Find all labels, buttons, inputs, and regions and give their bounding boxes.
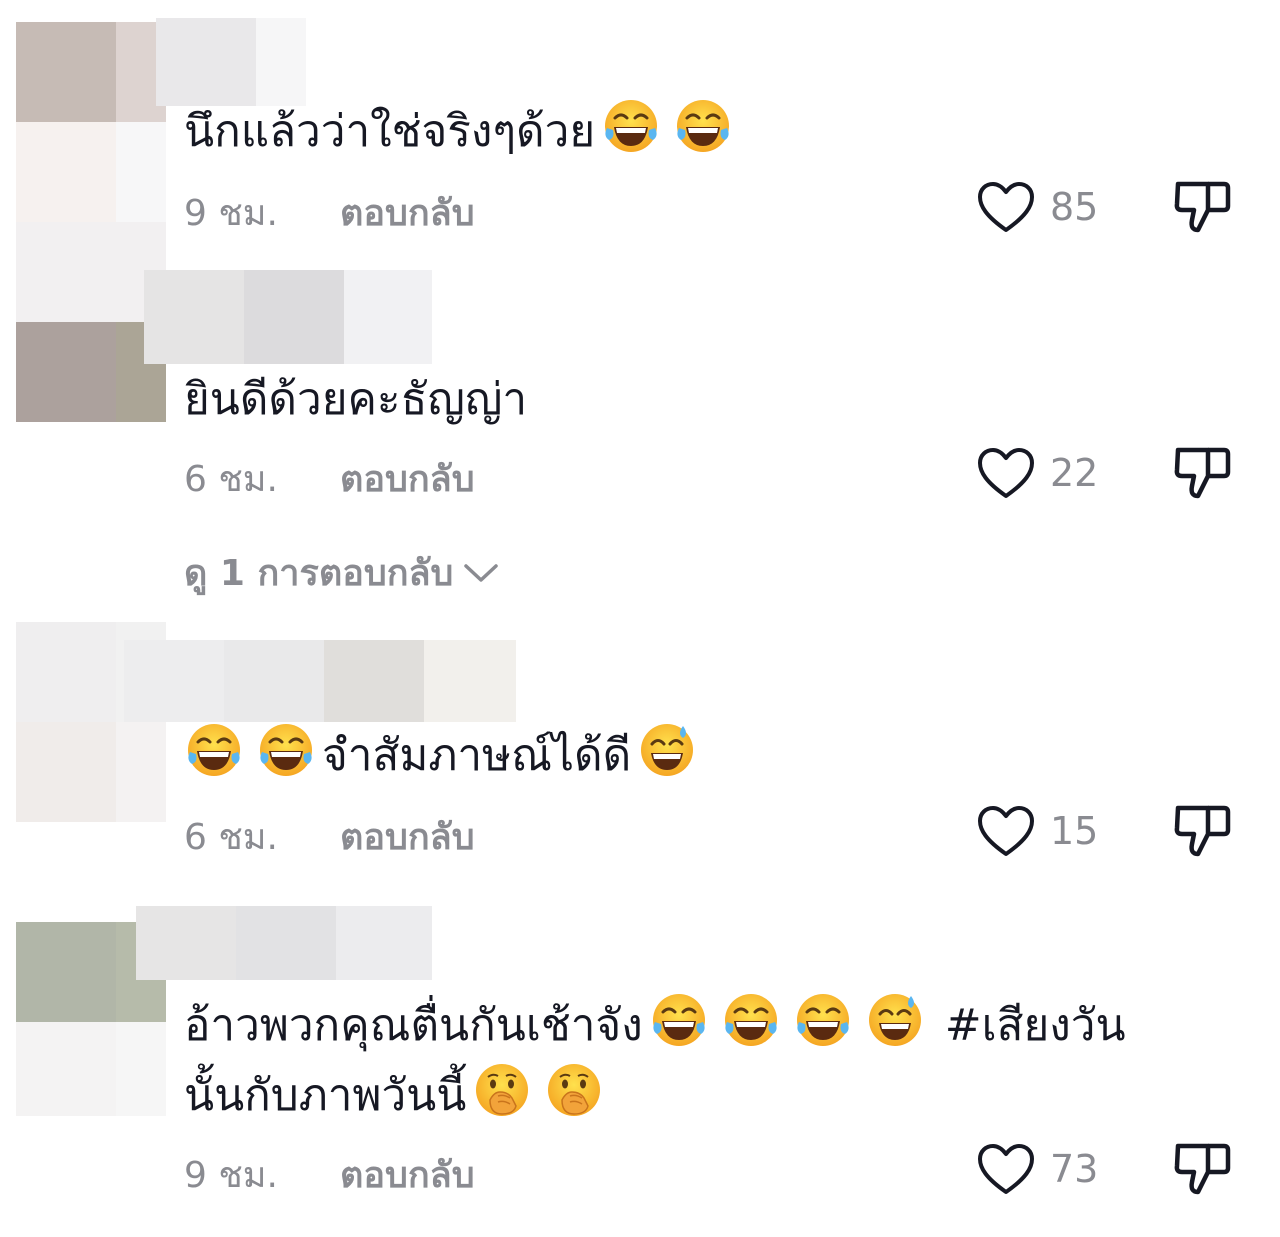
username[interactable] — [144, 270, 432, 364]
comment-time: 6 ชม. — [184, 817, 278, 858]
laugh-tears-icon — [184, 720, 244, 780]
like-button[interactable]: 85 — [976, 180, 1098, 234]
chevron-down-icon — [464, 563, 499, 582]
view-replies-button[interactable]: ดู 1 การตอบกลับ — [184, 544, 499, 601]
comment-time: 9 ชม. — [184, 1155, 278, 1196]
username[interactable] — [136, 906, 432, 980]
heart-outline-icon — [976, 446, 1036, 500]
thumbs-down-outline-icon[interactable] — [1172, 1138, 1232, 1198]
like-count: 15 — [1050, 809, 1099, 853]
like-count: 73 — [1050, 1147, 1099, 1191]
hand-over-mouth-icon — [544, 1060, 604, 1120]
laugh-tears-icon — [601, 96, 661, 156]
comment-time: 9 ชม. — [184, 193, 278, 234]
sweat-smile-icon — [865, 990, 925, 1050]
comment-text: ยินดีด้วยคะธัญญ่า — [184, 374, 528, 425]
thumbs-down-outline-icon[interactable] — [1172, 176, 1232, 236]
sweat-smile-icon — [637, 720, 697, 780]
laugh-tears-icon — [793, 990, 853, 1050]
thumbs-down-outline-icon[interactable] — [1172, 442, 1232, 502]
comment-text: นั้นกับภาพวันนี้ — [184, 1060, 610, 1130]
like-button[interactable]: 15 — [976, 804, 1098, 858]
reply-button[interactable]: ตอบกลับ — [340, 808, 475, 865]
like-button[interactable]: 22 — [976, 446, 1098, 500]
comment-text: นึกแล้วว่าใช่จริงๆด้วย — [184, 96, 739, 166]
comment-text: อ้าวพวกคุณตื่นกันเช้าจัง #เสียงวัน — [184, 990, 1126, 1060]
hand-over-mouth-icon — [472, 1060, 532, 1120]
heart-outline-icon — [976, 180, 1036, 234]
laugh-tears-icon — [673, 96, 733, 156]
heart-outline-icon — [976, 1142, 1036, 1196]
laugh-tears-icon — [256, 720, 316, 780]
like-count: 22 — [1050, 451, 1099, 495]
username[interactable] — [124, 640, 516, 722]
comment-text: จำสัมภาษณ์ได้ดี — [184, 720, 703, 790]
thumbs-down-outline-icon[interactable] — [1172, 800, 1232, 860]
laugh-tears-icon — [649, 990, 709, 1050]
reply-button[interactable]: ตอบกลับ — [340, 450, 475, 507]
reply-button[interactable]: ตอบกลับ — [340, 184, 475, 241]
hashtag-link[interactable]: #เสียงวัน — [945, 1000, 1126, 1051]
comment-time: 6 ชม. — [184, 459, 278, 500]
reply-button[interactable]: ตอบกลับ — [340, 1146, 475, 1203]
like-button[interactable]: 73 — [976, 1142, 1098, 1196]
heart-outline-icon — [976, 804, 1036, 858]
like-count: 85 — [1050, 185, 1099, 229]
username[interactable] — [156, 18, 306, 106]
laugh-tears-icon — [721, 990, 781, 1050]
